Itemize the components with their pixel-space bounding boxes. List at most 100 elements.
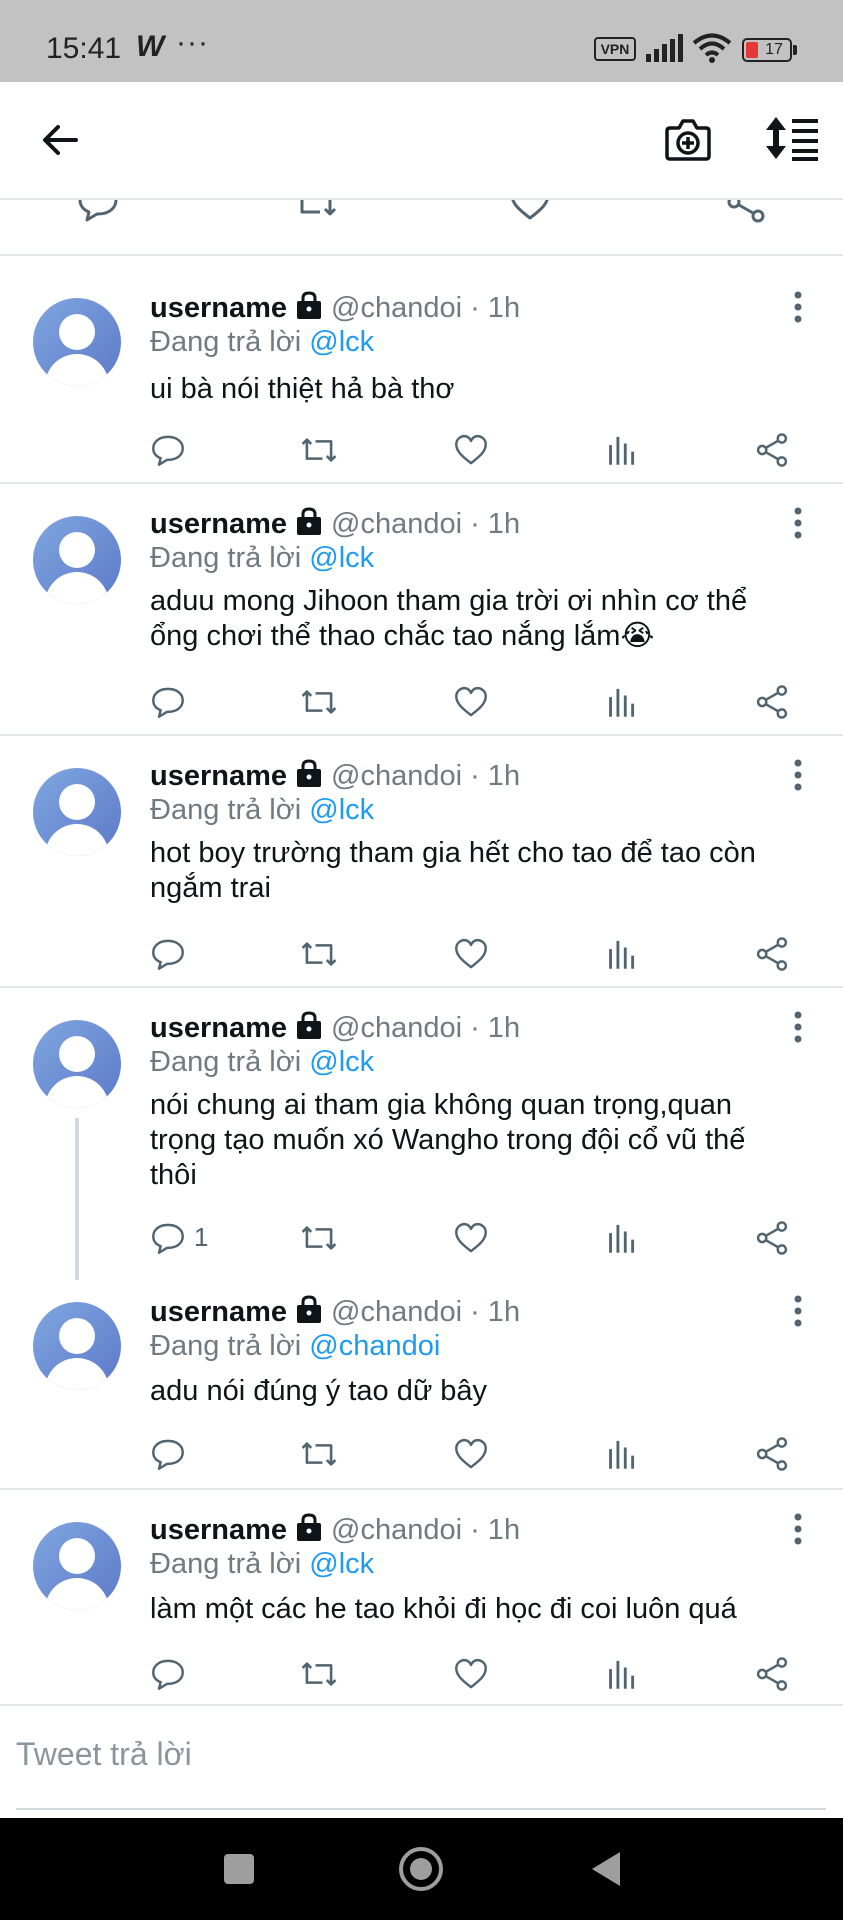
- avatar[interactable]: [33, 1522, 121, 1610]
- like-icon[interactable]: [453, 934, 489, 974]
- like-icon[interactable]: [453, 1654, 489, 1694]
- like-icon[interactable]: [453, 682, 489, 722]
- mention-link[interactable]: @lck: [309, 794, 374, 826]
- tweet-text: làm một các he tao khỏi đi học đi coi lu…: [150, 1593, 737, 1625]
- retweet-icon[interactable]: [300, 682, 338, 722]
- tweet-header: username @chandoi · 1h: [150, 758, 520, 793]
- reply-icon[interactable]: [76, 200, 120, 224]
- share-icon[interactable]: [754, 1434, 790, 1474]
- tweet-item[interactable]: username @chandoi · 1h Đang trả lời @lck …: [0, 486, 843, 736]
- more-vertical-icon[interactable]: [790, 1010, 806, 1044]
- retweet-icon[interactable]: [300, 430, 338, 470]
- analytics-icon[interactable]: [604, 682, 640, 722]
- reply-icon[interactable]: [150, 934, 186, 974]
- arrow-left-icon[interactable]: [40, 120, 80, 160]
- tweet-username[interactable]: username: [150, 508, 287, 540]
- system-nav-bar: [0, 1818, 843, 1920]
- mention-link[interactable]: @lck: [309, 326, 374, 358]
- reply-count: 1: [194, 1222, 209, 1252]
- protected-lock-icon: [297, 1011, 322, 1039]
- avatar[interactable]: [33, 1302, 121, 1390]
- tweet-header: username @chandoi · 1h: [150, 1512, 520, 1547]
- tweet-item[interactable]: username @chandoi · 1h Đang trả lời @lck …: [0, 1492, 843, 1706]
- replying-prefix: Đang trả lời: [150, 1046, 302, 1078]
- analytics-icon[interactable]: [604, 934, 640, 974]
- tweet-item[interactable]: username @chandoi · 1h Đang trả lời @lck …: [0, 258, 843, 484]
- tweet-header: username @chandoi · 1h: [150, 506, 520, 541]
- more-vertical-icon[interactable]: [790, 1294, 806, 1328]
- share-icon[interactable]: [754, 934, 790, 974]
- protected-lock-icon: [297, 1295, 322, 1323]
- tweet-header: username @chandoi · 1h: [150, 1294, 520, 1329]
- reply-icon[interactable]: [150, 430, 186, 470]
- analytics-icon[interactable]: [604, 430, 640, 470]
- reply-icon[interactable]: [150, 1654, 186, 1694]
- mention-link[interactable]: @lck: [309, 542, 374, 574]
- replying-to: Đang trả lời @lck: [150, 325, 374, 359]
- retweet-icon[interactable]: [300, 934, 338, 974]
- analytics-icon[interactable]: [604, 1654, 640, 1694]
- replying-prefix: Đang trả lời: [150, 794, 302, 826]
- retweet-icon[interactable]: [300, 1218, 338, 1258]
- reply-icon[interactable]: [150, 1434, 186, 1474]
- reply-icon[interactable]: [150, 682, 186, 722]
- triangle-back-icon[interactable]: [588, 1850, 624, 1888]
- mention-link[interactable]: @lck: [309, 1046, 374, 1078]
- tweet-username[interactable]: username: [150, 760, 287, 792]
- avatar[interactable]: [33, 768, 121, 856]
- more-vertical-icon[interactable]: [790, 1512, 806, 1546]
- tweet-username[interactable]: username: [150, 1514, 287, 1546]
- tweet-actions: [0, 1654, 843, 1694]
- battery-icon: 17: [742, 38, 792, 62]
- analytics-icon[interactable]: [604, 1218, 640, 1258]
- tweet-text: hot boy trường tham gia hết cho tao để t…: [150, 837, 756, 904]
- replying-to: Đang trả lời @chandoi: [150, 1329, 440, 1363]
- tweet-item[interactable]: username @chandoi · 1h Đang trả lời @lck …: [0, 990, 843, 1280]
- share-icon[interactable]: [724, 200, 768, 224]
- mention-link[interactable]: @chandoi: [309, 1330, 440, 1362]
- share-icon[interactable]: [754, 682, 790, 722]
- mention-link[interactable]: @lck: [309, 1548, 374, 1580]
- app-notification-icon: W: [136, 30, 165, 63]
- reply-input[interactable]: [16, 1724, 826, 1784]
- avatar[interactable]: [33, 516, 121, 604]
- more-vertical-icon[interactable]: [790, 758, 806, 792]
- camera-plus-icon[interactable]: [664, 116, 712, 162]
- top-bar: [0, 82, 843, 200]
- like-icon[interactable]: [508, 200, 552, 224]
- tweet-item[interactable]: username @chandoi · 1h Đang trả lời @chan…: [0, 1280, 843, 1490]
- avatar[interactable]: [33, 1020, 121, 1108]
- tweet-username[interactable]: username: [150, 1012, 287, 1044]
- replying-prefix: Đang trả lời: [150, 1330, 302, 1362]
- share-icon[interactable]: [754, 430, 790, 470]
- share-icon[interactable]: [754, 1218, 790, 1258]
- tweet-handle-time: @chandoi · 1h: [331, 760, 521, 792]
- tweet-actions: [0, 682, 843, 722]
- tweet-handle-time: @chandoi · 1h: [331, 292, 521, 324]
- more-vertical-icon[interactable]: [790, 290, 806, 324]
- sort-list-icon[interactable]: [764, 115, 820, 161]
- like-icon[interactable]: [453, 430, 489, 470]
- square-icon[interactable]: [222, 1852, 256, 1886]
- tweet-text: adu nói đúng ý tao dữ bây: [150, 1375, 488, 1407]
- like-icon[interactable]: [453, 1434, 489, 1474]
- tweet-username[interactable]: username: [150, 292, 287, 324]
- battery-tip: [793, 45, 797, 55]
- protected-lock-icon: [297, 1513, 322, 1541]
- like-icon[interactable]: [453, 1218, 489, 1258]
- signal-icon: [646, 34, 683, 62]
- tweet-username[interactable]: username: [150, 1296, 287, 1328]
- retweet-icon[interactable]: [300, 1654, 338, 1694]
- status-bar: 15:41 W ··· VPN 17: [0, 0, 843, 82]
- analytics-icon[interactable]: [604, 1434, 640, 1474]
- circle-icon[interactable]: [398, 1846, 444, 1892]
- tweet-item[interactable]: username @chandoi · 1h Đang trả lời @lck …: [0, 738, 843, 988]
- reply-icon[interactable]: [150, 1218, 186, 1258]
- share-icon[interactable]: [754, 1654, 790, 1694]
- retweet-icon[interactable]: [300, 1434, 338, 1474]
- protected-lock-icon: [297, 507, 322, 535]
- tweet-actions: 1: [0, 1218, 843, 1258]
- avatar[interactable]: [33, 298, 121, 386]
- retweet-icon[interactable]: [294, 200, 338, 224]
- more-vertical-icon[interactable]: [790, 506, 806, 540]
